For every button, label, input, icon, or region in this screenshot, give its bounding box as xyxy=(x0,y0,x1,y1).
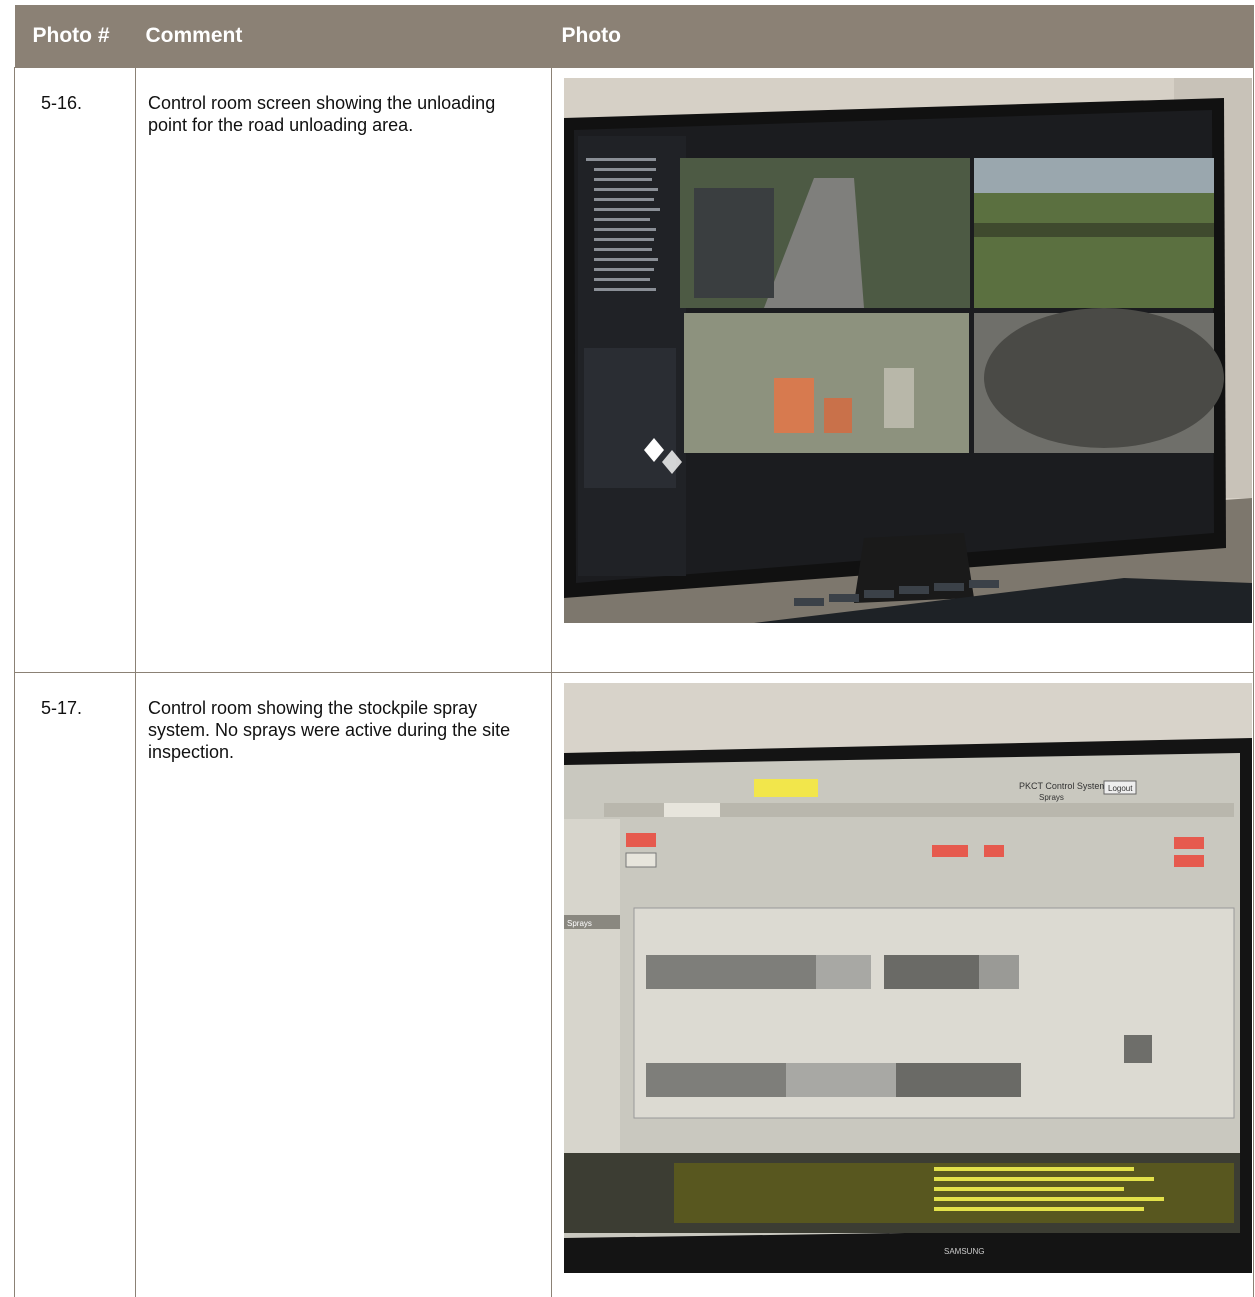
photo-comment: Control room showing the stockpile spray… xyxy=(136,673,552,1297)
header-photo-number: Photo # xyxy=(15,5,136,68)
photo-comment: Control room screen showing the unloadin… xyxy=(136,68,552,673)
photo-cell xyxy=(552,68,1254,673)
spray-system-monitor-photo: PKCT Control System Sprays Logout Sprays xyxy=(564,683,1252,1273)
photo-cell: PKCT Control System Sprays Logout Sprays xyxy=(552,673,1254,1297)
monitor-brand: SAMSUNG xyxy=(944,1247,984,1256)
photo-number: 5-17. xyxy=(15,673,136,1297)
document-page: Photo # Comment Photo 5-16. Control room… xyxy=(0,0,1255,1259)
photo-log-table: Photo # Comment Photo 5-16. Control room… xyxy=(14,5,1254,1297)
header-photo: Photo xyxy=(552,5,1254,68)
monitor-image: PKCT Control System Sprays Logout Sprays xyxy=(564,683,1252,1273)
table-row: 5-17. Control room showing the stockpile… xyxy=(15,673,1254,1297)
table-header-row: Photo # Comment Photo xyxy=(15,5,1254,68)
screen-subtitle: Sprays xyxy=(1039,793,1064,802)
photo-number: 5-16. xyxy=(15,68,136,673)
screen-title: PKCT Control System xyxy=(1019,781,1107,791)
header-comment: Comment xyxy=(136,5,552,68)
cctv-monitor-photo xyxy=(564,78,1252,623)
monitor-image xyxy=(564,78,1252,623)
nav-sprays: Sprays xyxy=(567,919,592,928)
logout-label: Logout xyxy=(1108,784,1133,793)
table-row: 5-16. Control room screen showing the un… xyxy=(15,68,1254,673)
